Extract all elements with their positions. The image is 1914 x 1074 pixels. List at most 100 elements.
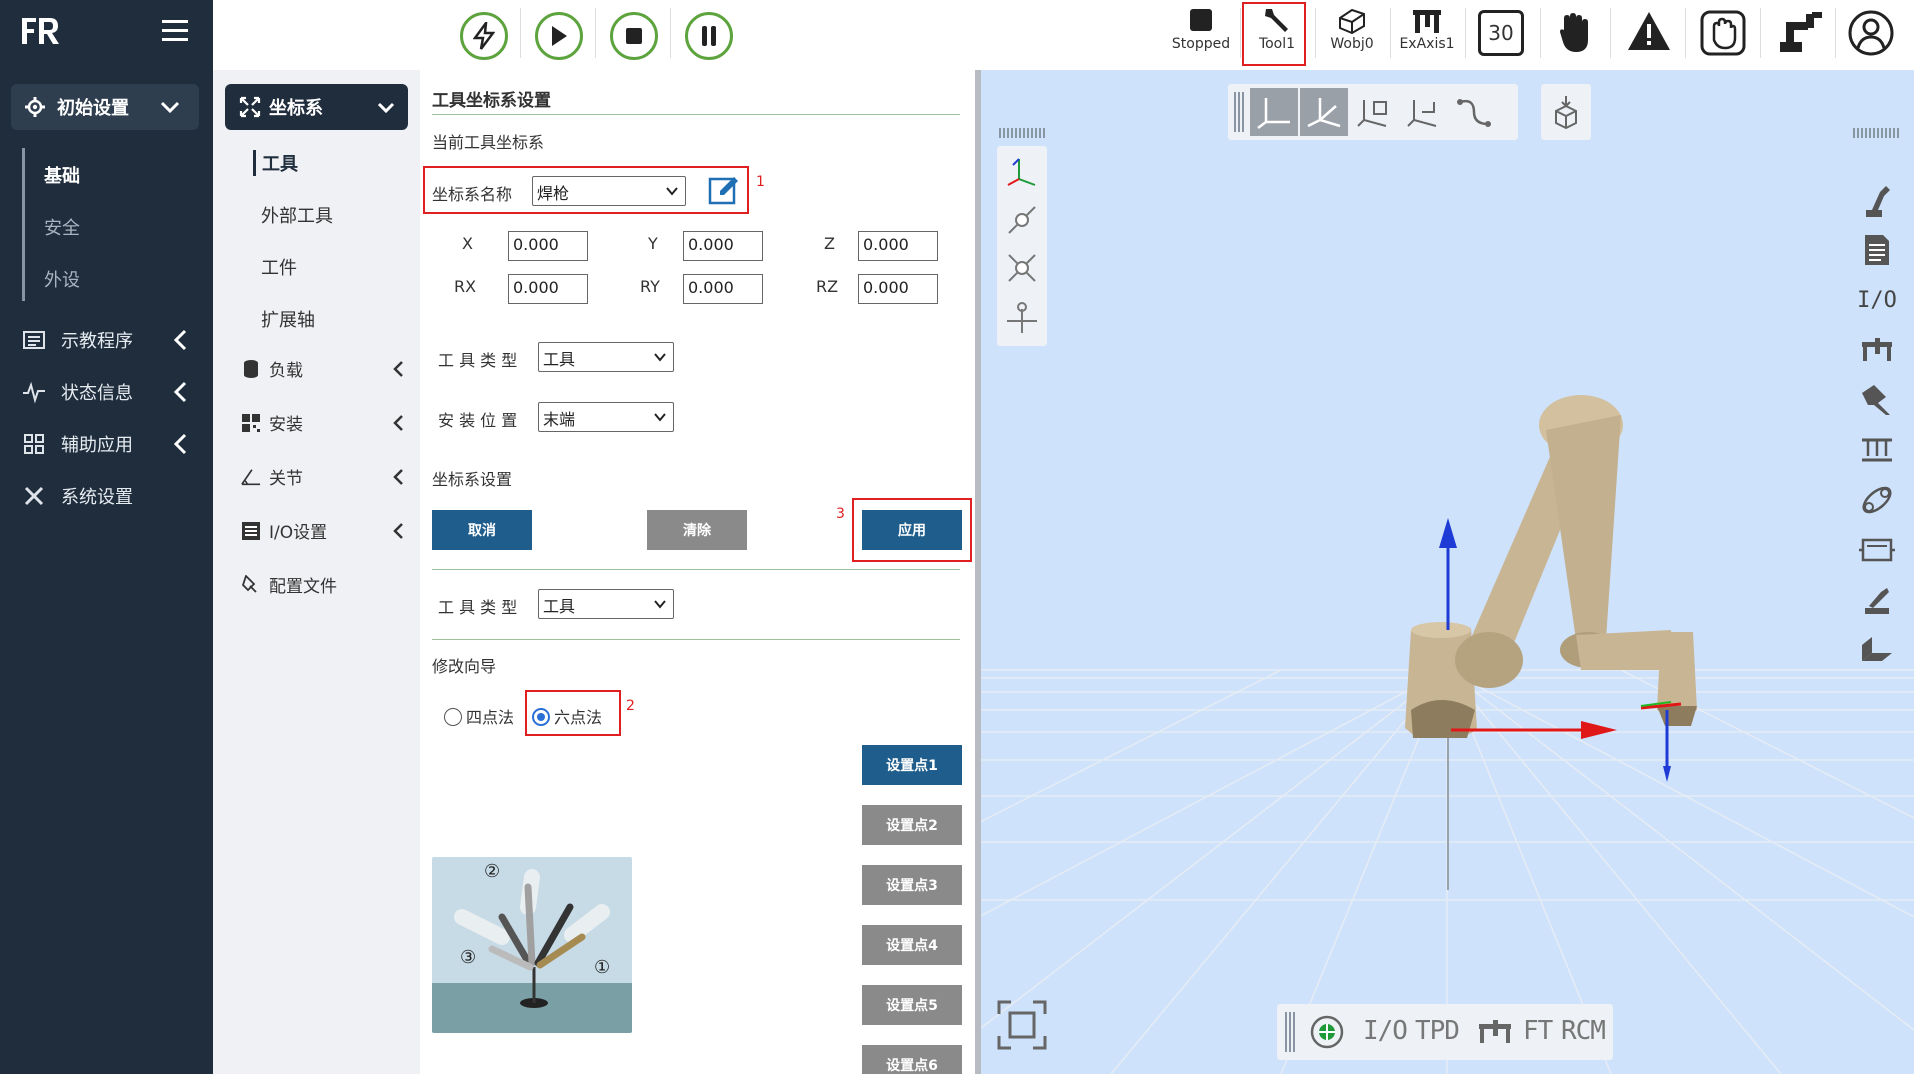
pen-tool-icon[interactable] [1855,578,1899,622]
pause-button[interactable] [685,12,733,60]
right-toolbar-grip[interactable] [1853,128,1899,138]
link-track-icon[interactable] [1855,478,1899,522]
coord-name-label: 坐标系名称 [432,185,513,204]
nav-item-label: 辅助应用 [61,435,133,456]
3d-viewport[interactable]: I/O I/O TPD FT RCM [981,70,1914,1074]
robot-arm-icon[interactable] [1855,178,1899,222]
six-point-label[interactable]: 六点法 [554,704,602,728]
printer-icon[interactable] [1855,528,1899,572]
left-toolbar-grip[interactable] [999,128,1045,138]
apply-button[interactable]: 应用 [862,510,962,550]
view-base-frame-button[interactable] [1250,88,1298,136]
tool-selector[interactable]: Tool1 [1242,6,1312,62]
play-button[interactable] [535,12,583,60]
set-point-1-button[interactable]: 设置点1 [862,745,962,785]
welding-gun-icon[interactable] [1855,378,1899,422]
submenu-joint[interactable]: 关节 [241,464,406,489]
view-reset-panel [1541,84,1591,140]
target-icon[interactable] [1309,1014,1345,1050]
fit-view-icon[interactable] [997,1000,1047,1050]
submenu-extended-axis[interactable]: 扩展轴 [261,306,315,332]
view-external-frame-button[interactable] [1400,88,1448,136]
diagram-mark-3: ③ [460,947,477,968]
z-label: Z [824,234,835,253]
conveyor-icon[interactable] [1855,428,1899,472]
gantry-side-icon[interactable] [1855,328,1899,372]
hand-icon[interactable] [1558,12,1592,54]
warning-icon[interactable] [1626,10,1672,52]
cancel-button[interactable]: 取消 [432,510,532,550]
measure-line-icon[interactable] [1000,198,1044,242]
menu-toggle-icon[interactable] [162,20,188,42]
rz-input[interactable]: 0.000 [858,274,938,304]
four-point-label[interactable]: 四点法 [466,704,514,728]
chevron-down-icon [666,187,678,196]
current-tool-label: 当前工具坐标系 [432,133,545,152]
diagram-mark-2: ② [484,861,501,882]
coord-name-value: 焊枪 [537,184,570,203]
bottom-ft-button[interactable]: FT [1523,1016,1553,1046]
user-icon[interactable] [1848,10,1894,56]
tool-type-select[interactable]: 工具 [538,342,674,372]
nav-sub-safety[interactable]: 安全 [44,214,80,240]
submenu-external-tool[interactable]: 外部工具 [261,202,333,228]
speed-value[interactable]: 30 [1478,10,1524,56]
submenu-workpiece[interactable]: 工件 [261,254,297,280]
nav-group-initial-setup[interactable]: 初始设置 [11,84,199,130]
bottom-io-button[interactable]: I/O [1363,1016,1408,1046]
set-point-5-button[interactable]: 设置点5 [862,985,962,1025]
clear-button[interactable]: 清除 [647,510,747,550]
measure-cross-icon[interactable] [1000,246,1044,290]
set-point-6-button[interactable]: 设置点6 [862,1045,962,1074]
robot-config-icon[interactable] [1776,8,1824,56]
diagram-mark-1: ① [594,957,611,978]
stop-button[interactable] [610,12,658,60]
nav-item-system-settings[interactable]: 系统设置 [22,476,192,516]
edit-icon[interactable] [708,175,740,207]
plane-icon[interactable] [1855,628,1899,672]
nav-sub-basic[interactable]: 基础 [44,162,80,188]
bottom-gantry-icon[interactable] [1477,1018,1513,1046]
submenu-tool[interactable]: 工具 [253,150,298,176]
point-pin-icon[interactable] [1000,294,1044,338]
view-tool-frame-button[interactable] [1300,88,1348,136]
nav-item-label: 系统设置 [61,487,133,508]
six-point-radio[interactable] [532,708,550,726]
set-point-4-button[interactable]: 设置点4 [862,925,962,965]
submenu-io-settings[interactable]: I/O设置 [241,518,406,543]
workpiece-selector[interactable]: Wobj0 [1317,6,1387,62]
set-point-3-button[interactable]: 设置点3 [862,865,962,905]
four-point-radio[interactable] [444,708,462,726]
set-point-2-button[interactable]: 设置点2 [862,805,962,845]
rx-input[interactable]: 0.000 [508,274,588,304]
bottom-rcm-button[interactable]: RCM [1561,1016,1606,1046]
submenu-install[interactable]: 安装 [241,410,406,435]
z-input[interactable]: 0.000 [858,231,938,261]
chevron-down-icon [654,413,666,422]
nav-item-teach-program[interactable]: 示教程序 [22,320,192,360]
view-trajectory-button[interactable] [1450,88,1498,136]
ry-input[interactable]: 0.000 [683,274,763,304]
nav-item-status-info[interactable]: 状态信息 [22,372,192,412]
enable-button[interactable] [460,12,508,60]
submenu-load[interactable]: 负载 [241,356,406,381]
mount-position-select[interactable]: 末端 [538,402,674,432]
submenu-config-file[interactable]: 配置文件 [241,572,406,597]
nav-item-aux-apps[interactable]: 辅助应用 [22,424,192,464]
submenu-head-coordinate[interactable]: 坐标系 [225,84,408,130]
mount-position-value: 末端 [543,410,576,429]
side-io-icon[interactable]: I/O [1855,278,1899,322]
drag-teach-icon[interactable] [1700,10,1746,56]
view-reset-button[interactable] [1542,88,1590,136]
y-input[interactable]: 0.000 [683,231,763,261]
view-workpiece-frame-button[interactable] [1350,88,1398,136]
coord-name-select[interactable]: 焊枪 [532,176,686,206]
show-axes-icon[interactable] [1000,150,1044,194]
bottom-tpd-button[interactable]: TPD [1415,1016,1460,1046]
tool-type2-select[interactable]: 工具 [538,589,674,619]
nav-group-label: 初始设置 [57,98,129,119]
exaxis-selector[interactable]: ExAxis1 [1392,6,1462,62]
document-icon[interactable] [1855,228,1899,272]
x-input[interactable]: 0.000 [508,231,588,261]
nav-sub-peripherals[interactable]: 外设 [44,266,80,292]
